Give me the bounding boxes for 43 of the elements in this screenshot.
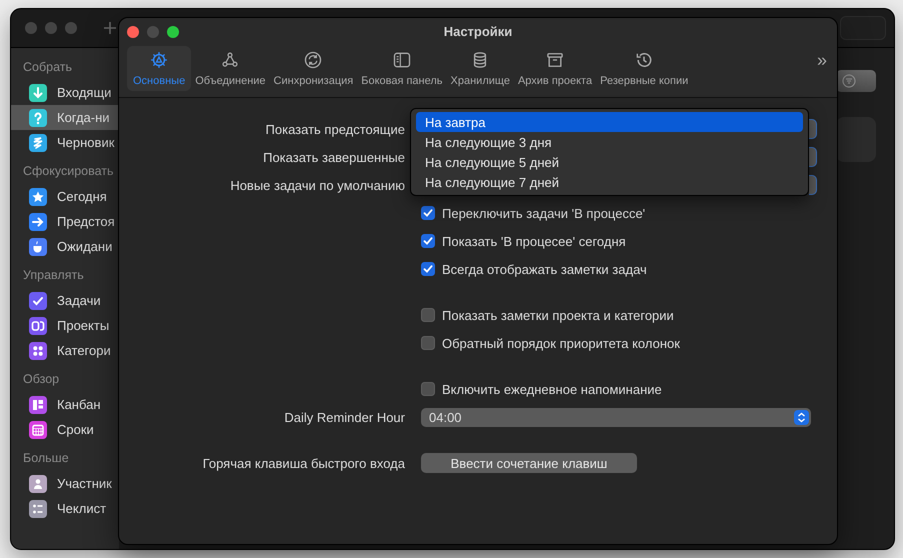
- sidebar-item[interactable]: Сегодня: [11, 184, 119, 209]
- record-shortcut-button[interactable]: Ввести сочетание клавиш: [421, 453, 637, 473]
- checkbox-label: Показать заметки проекта и категории: [442, 308, 674, 322]
- sidebar-item[interactable]: Предстоя: [11, 209, 119, 234]
- section-heading: Управлять: [22, 268, 85, 284]
- time-select[interactable]: 04:00: [421, 408, 811, 426]
- sidebar-item[interactable]: Когда-ни: [11, 105, 119, 130]
- more-tabs-button[interactable]: »: [816, 50, 827, 71]
- menu-item[interactable]: На следующие 5 дней: [416, 152, 803, 172]
- setting-label: Daily Reminder Hour: [284, 410, 405, 424]
- sidebar-item[interactable]: Чеклист: [11, 496, 119, 521]
- section-heading: Собрать: [22, 60, 74, 76]
- setting-label: Горячая клавиша быстрого входа: [202, 456, 405, 470]
- toolbar-tab[interactable]: Объединение: [191, 46, 270, 91]
- setting-label: Показать предстоящие: [266, 122, 405, 136]
- menu-item[interactable]: На следующие 7 дней: [416, 172, 803, 192]
- checkbox-label: Включить ежедневное напоминание: [442, 382, 662, 396]
- sidebar-item[interactable]: Проекты: [11, 313, 119, 338]
- sidebar-item[interactable]: Входящи: [11, 80, 119, 105]
- checkbox-label: Всегда отображать заметки задач: [442, 262, 647, 276]
- sidebar-item[interactable]: Ожидани: [11, 234, 119, 259]
- sidebar-item[interactable]: Черновик: [11, 130, 119, 155]
- menu-item[interactable]: На завтра: [416, 112, 803, 132]
- checkbox-label: Переключить задачи 'В процессе': [442, 206, 646, 220]
- toolbar-tab[interactable]: Синхронизация: [270, 46, 358, 91]
- setting-label: Новые задачи по умолчанию: [230, 178, 405, 192]
- toolbar-tab[interactable]: Архив проекта: [514, 46, 596, 91]
- sidebar-item[interactable]: Задачи: [11, 288, 119, 313]
- section-heading: Больше: [22, 451, 70, 467]
- checkbox-label: Обратный порядок приоритета колонок: [442, 336, 680, 350]
- sidebar-item[interactable]: Сроки: [11, 417, 119, 442]
- section-heading: Сфокусировать: [22, 164, 115, 180]
- setting-label: Показать завершенные: [263, 150, 405, 164]
- checkbox-label: Показать 'В процесее' сегодня: [442, 234, 626, 248]
- toolbar-tab[interactable]: Боковая панель: [357, 46, 447, 91]
- toolbar-tab[interactable]: Резервные копии: [596, 46, 692, 91]
- sidebar-item[interactable]: Категори: [11, 338, 119, 363]
- window-title: Настройки: [444, 24, 512, 40]
- menu-item[interactable]: На следующие 3 дня: [416, 132, 803, 152]
- sidebar-item[interactable]: Участник: [11, 471, 119, 496]
- section-heading: Обзор: [22, 372, 60, 388]
- toolbar-tab[interactable]: Хранилище: [446, 46, 514, 91]
- sidebar-item[interactable]: Канбан: [11, 392, 119, 417]
